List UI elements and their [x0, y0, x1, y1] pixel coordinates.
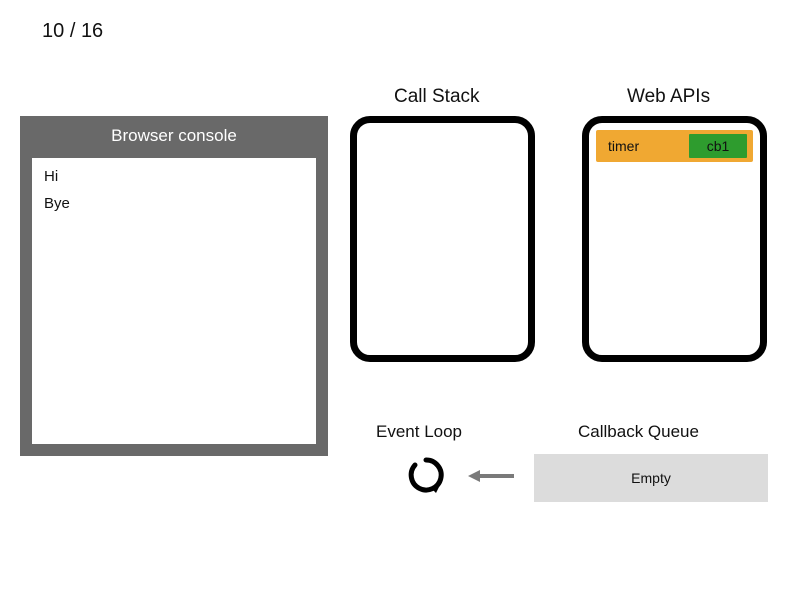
console-line: Bye [44, 195, 304, 212]
arrow-left-icon [466, 466, 516, 486]
timer-label: timer [608, 138, 639, 154]
step-counter: 10 / 16 [42, 20, 103, 43]
call-stack-title: Call Stack [394, 86, 480, 108]
step-total: 16 [81, 20, 103, 42]
browser-console: Browser console Hi Bye [20, 116, 328, 456]
callback-queue-box: Empty [534, 454, 768, 502]
console-title: Browser console [20, 116, 328, 158]
callback-badge: cb1 [689, 134, 747, 158]
console-body: Hi Bye [32, 158, 316, 444]
console-line: Hi [44, 168, 304, 185]
loop-icon [406, 455, 446, 495]
step-sep: / [70, 20, 76, 42]
callback-queue-title: Callback Queue [578, 422, 699, 442]
timer-item: timer cb1 [596, 130, 753, 162]
event-loop-title: Event Loop [376, 422, 462, 442]
web-apis-title: Web APIs [627, 86, 710, 108]
queue-empty-label: Empty [631, 470, 671, 486]
step-current: 10 [42, 20, 64, 42]
call-stack-box [350, 116, 535, 362]
web-apis-box: timer cb1 [582, 116, 767, 362]
